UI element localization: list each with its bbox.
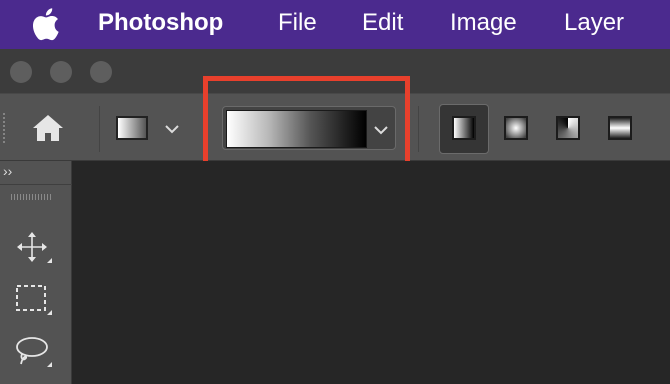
apple-logo-icon[interactable] [30,7,60,41]
reflected-gradient-icon[interactable] [608,116,632,140]
chevron-down-icon[interactable] [370,119,392,141]
menu-edit[interactable]: Edit [362,9,403,37]
gradient-tool-preset-icon[interactable] [116,116,148,140]
options-separator [206,106,207,152]
chevron-down-icon[interactable] [162,119,182,139]
marquee-icon[interactable] [14,282,54,318]
collapse-panel-button[interactable]: ›› [3,164,21,178]
macos-menu-bar: Photoshop File Edit Image Layer [0,0,670,49]
tools-panel-grip-icon[interactable] [11,194,51,200]
lasso-icon[interactable] [14,334,54,370]
options-separator [418,106,419,152]
minimize-window-button[interactable] [50,61,72,83]
menu-layer[interactable]: Layer [564,9,624,37]
close-window-button[interactable] [10,61,32,83]
menu-image[interactable]: Image [450,9,517,37]
linear-gradient-icon[interactable] [452,116,476,140]
home-icon[interactable] [28,110,68,146]
zoom-window-button[interactable] [90,61,112,83]
gradient-preview-swatch[interactable] [226,110,367,148]
menu-file[interactable]: File [278,9,317,37]
app-name-menu[interactable]: Photoshop [98,9,223,37]
angle-gradient-icon[interactable] [556,116,580,140]
options-bar-grip-icon[interactable] [2,112,6,144]
radial-gradient-icon[interactable] [504,116,528,140]
document-canvas-area[interactable] [73,161,670,384]
tools-panel-divider [0,184,72,185]
move-icon[interactable] [14,230,54,266]
options-separator [99,106,100,152]
